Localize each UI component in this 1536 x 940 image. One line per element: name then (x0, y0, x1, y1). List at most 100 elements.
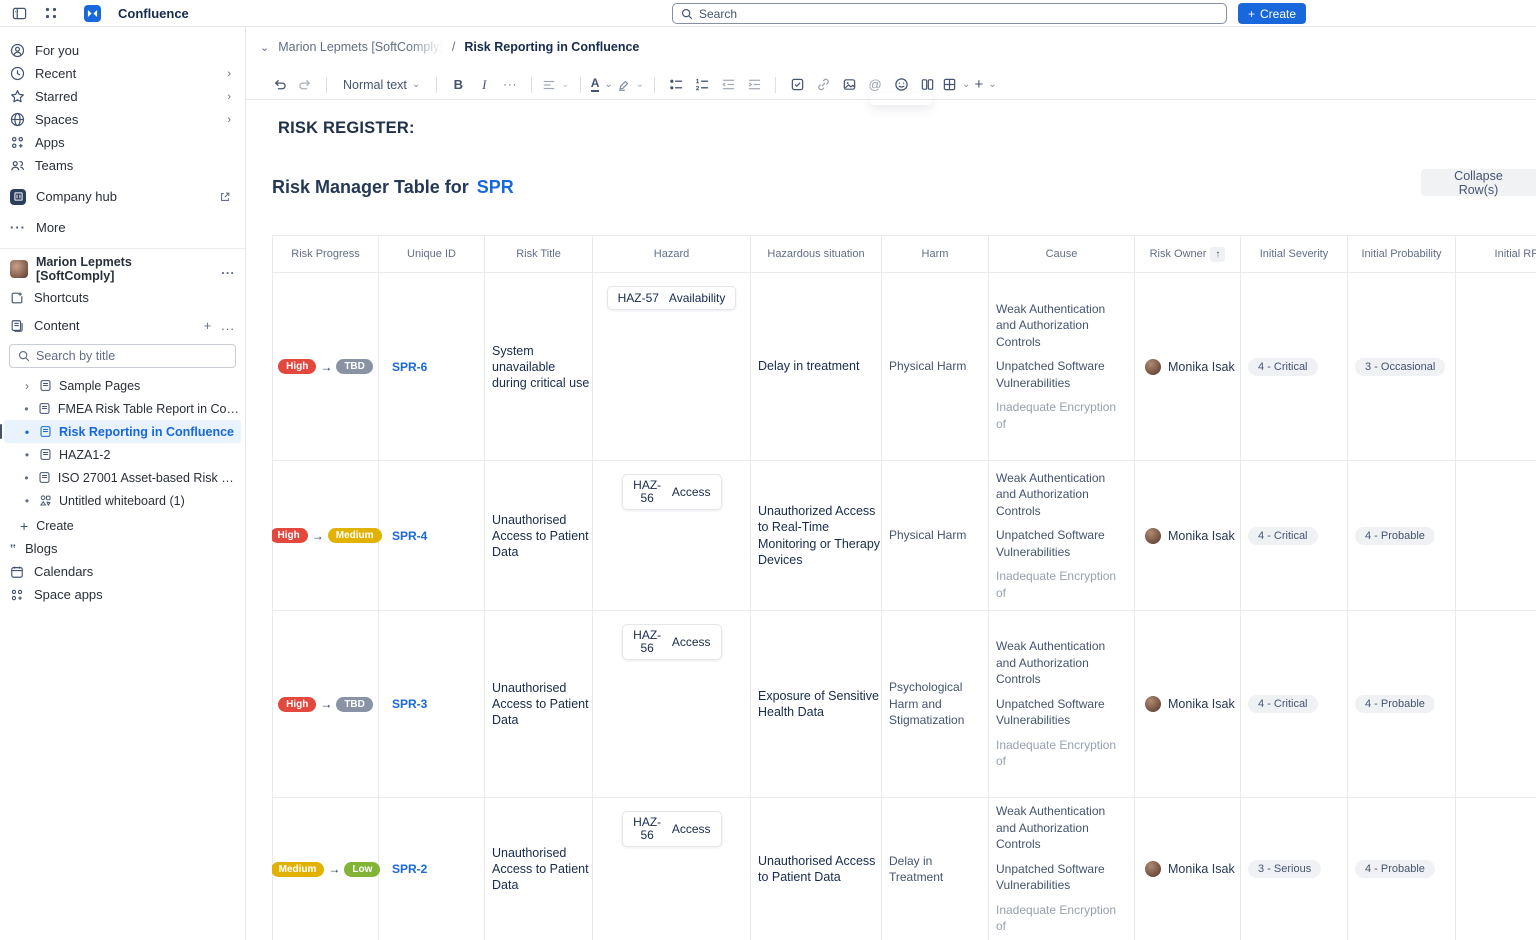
insert-more-dropdown[interactable]: +⌄ (975, 74, 997, 96)
sidebar: For you Recent › Starred › Spaces › Apps… (0, 27, 246, 940)
content-more-icon[interactable]: ... (221, 318, 235, 333)
cell-initial-rpn (1456, 611, 1536, 798)
column-header-risk-owner[interactable]: Risk Owner↑ (1135, 236, 1241, 273)
image-icon[interactable] (838, 74, 860, 96)
sidebar-item-shortcuts[interactable]: Shortcuts (0, 286, 245, 309)
italic-button[interactable]: I (473, 74, 495, 96)
bold-button[interactable]: B (447, 74, 469, 96)
collapse-rows-button[interactable]: Collapse Row(s) (1421, 169, 1536, 196)
breadcrumb-space[interactable]: Marion Lepmets [SoftComply] (278, 40, 443, 54)
probability-chip: 3 - Occasional (1355, 358, 1445, 376)
numbered-list-icon[interactable]: 12 (691, 74, 713, 96)
sidebar-item-starred[interactable]: Starred › (0, 85, 245, 108)
severity-chip: 4 - Critical (1248, 527, 1318, 545)
chevron-down-icon[interactable]: ⌄ (260, 41, 269, 54)
column-header-initial-rpn[interactable]: Initial RPN (1456, 236, 1536, 273)
table-insert-dropdown[interactable]: ⌄ (942, 74, 970, 96)
cell-initial-probability: 4 - Probable (1348, 461, 1456, 611)
expand-chevron-icon[interactable]: › (22, 379, 32, 393)
space-key-link[interactable]: SPR (477, 177, 514, 197)
tree-item-risk-reporting[interactable]: • Risk Reporting in Confluence (4, 420, 241, 443)
alignment-dropdown[interactable]: ⌄ (542, 74, 569, 96)
sidebar-item-recent[interactable]: Recent › (0, 62, 245, 85)
title-search-input[interactable]: Search by title (9, 344, 236, 368)
bullet-dot: • (22, 471, 31, 485)
sort-ascending-icon[interactable]: ↑ (1210, 247, 1225, 262)
external-link-icon (219, 191, 235, 203)
cell-hazard: HAZ-56Access (593, 611, 751, 798)
column-header-initial-severity[interactable]: Initial Severity (1241, 236, 1348, 273)
link-icon[interactable] (812, 74, 834, 96)
cell-cause: Weak Authentication and Authorization Co… (989, 798, 1135, 940)
task-list-icon[interactable] (786, 74, 808, 96)
risk-link[interactable]: SPR-4 (392, 529, 427, 543)
content-add-icon[interactable]: + (204, 318, 212, 333)
tree-item-sample-pages[interactable]: › Sample Pages (4, 374, 241, 397)
cell-risk-progress: Medium → Low (273, 798, 379, 940)
bullet-list-icon[interactable] (665, 74, 687, 96)
tree-item-haza1-2[interactable]: • HAZA1-2 (4, 443, 241, 466)
column-header-hazardous-situation[interactable]: Hazardous situation (751, 236, 882, 273)
cell-initial-severity: 4 - Critical (1241, 461, 1348, 611)
text-color-dropdown[interactable]: A⌄ (591, 74, 613, 96)
tree-item-iso27001[interactable]: • ISO 27001 Asset-based Risk Regis... (4, 466, 241, 489)
create-button[interactable]: + Create (1238, 3, 1306, 24)
column-header-risk-progress[interactable]: Risk Progress (273, 236, 379, 273)
space-more-icon[interactable]: ... (221, 262, 235, 277)
risk-link[interactable]: SPR-6 (392, 360, 427, 374)
confluence-logo-icon[interactable] (84, 5, 101, 22)
column-header-hazard[interactable]: Hazard (593, 236, 751, 273)
progress-to-badge: Medium (328, 528, 382, 543)
hazard-card[interactable]: HAZ-56Access (622, 474, 722, 510)
sidebar-item-space-apps[interactable]: Space apps (0, 583, 245, 606)
partially-visible-button[interactable]: P (1529, 169, 1536, 196)
table-title: Risk Manager Table forSPR (272, 177, 514, 198)
sidebar-item-more[interactable]: ··· More (0, 216, 245, 239)
outdent-icon[interactable] (717, 74, 739, 96)
risk-link[interactable]: SPR-2 (392, 862, 427, 876)
search-icon (681, 8, 693, 20)
hazard-card[interactable]: HAZ-56Access (622, 624, 722, 660)
sidebar-toggle-icon[interactable] (8, 2, 30, 24)
content-icon (10, 319, 24, 333)
space-avatar (10, 260, 28, 278)
plus-icon: + (20, 518, 28, 534)
whiteboard-icon (39, 494, 52, 507)
sidebar-item-calendars[interactable]: Calendars (0, 560, 245, 583)
calendar-icon (10, 565, 24, 579)
highlight-color-dropdown[interactable]: ⌄ (617, 74, 644, 96)
more-formatting-icon[interactable]: ··· (499, 74, 521, 96)
search-input[interactable]: Search (672, 3, 1227, 24)
tree-item-untitled-whiteboard[interactable]: • Untitled whiteboard (1) (4, 489, 241, 512)
sidebar-item-content[interactable]: Content + ... (0, 314, 245, 337)
space-header[interactable]: Marion Lepmets [SoftComply] ... (0, 257, 245, 281)
column-header-initial-probability[interactable]: Initial Probability (1348, 236, 1456, 273)
sidebar-item-blogs[interactable]: ‟ Blogs (0, 537, 245, 560)
globe-icon (10, 112, 25, 127)
hazard-card[interactable]: HAZ-57Availability (607, 286, 737, 310)
breadcrumb-page[interactable]: Risk Reporting in Confluence (464, 40, 639, 54)
column-header-harm[interactable]: Harm (882, 236, 989, 273)
page-icon (38, 402, 51, 415)
redo-icon[interactable] (294, 74, 316, 96)
column-header-cause[interactable]: Cause (989, 236, 1135, 273)
sidebar-item-teams[interactable]: Teams (0, 154, 245, 177)
search-placeholder: Search (699, 7, 737, 21)
hazard-card[interactable]: HAZ-56Access (622, 811, 722, 847)
sidebar-item-spaces[interactable]: Spaces › (0, 108, 245, 131)
app-switcher-icon[interactable] (40, 2, 62, 24)
indent-icon[interactable] (743, 74, 765, 96)
space-apps-icon (10, 588, 24, 602)
undo-icon[interactable] (268, 74, 290, 96)
column-header-unique-id[interactable]: Unique ID (379, 236, 485, 273)
sidebar-create-button[interactable]: + Create (0, 514, 245, 537)
cell-hazard: HAZ-56Access (593, 798, 751, 940)
risk-link[interactable]: SPR-3 (392, 697, 427, 711)
column-header-risk-title[interactable]: Risk Title (485, 236, 593, 273)
sidebar-item-apps[interactable]: Apps (0, 131, 245, 154)
sidebar-item-for-you[interactable]: For you (0, 39, 245, 62)
tree-item-fmea[interactable]: • FMEA Risk Table Report in Conflue... (4, 397, 241, 420)
sidebar-item-company-hub[interactable]: Company hub (0, 185, 245, 208)
text-style-dropdown[interactable]: Normal text⌄ (337, 74, 426, 96)
cell-harm: Delay in Treatment (882, 798, 989, 940)
